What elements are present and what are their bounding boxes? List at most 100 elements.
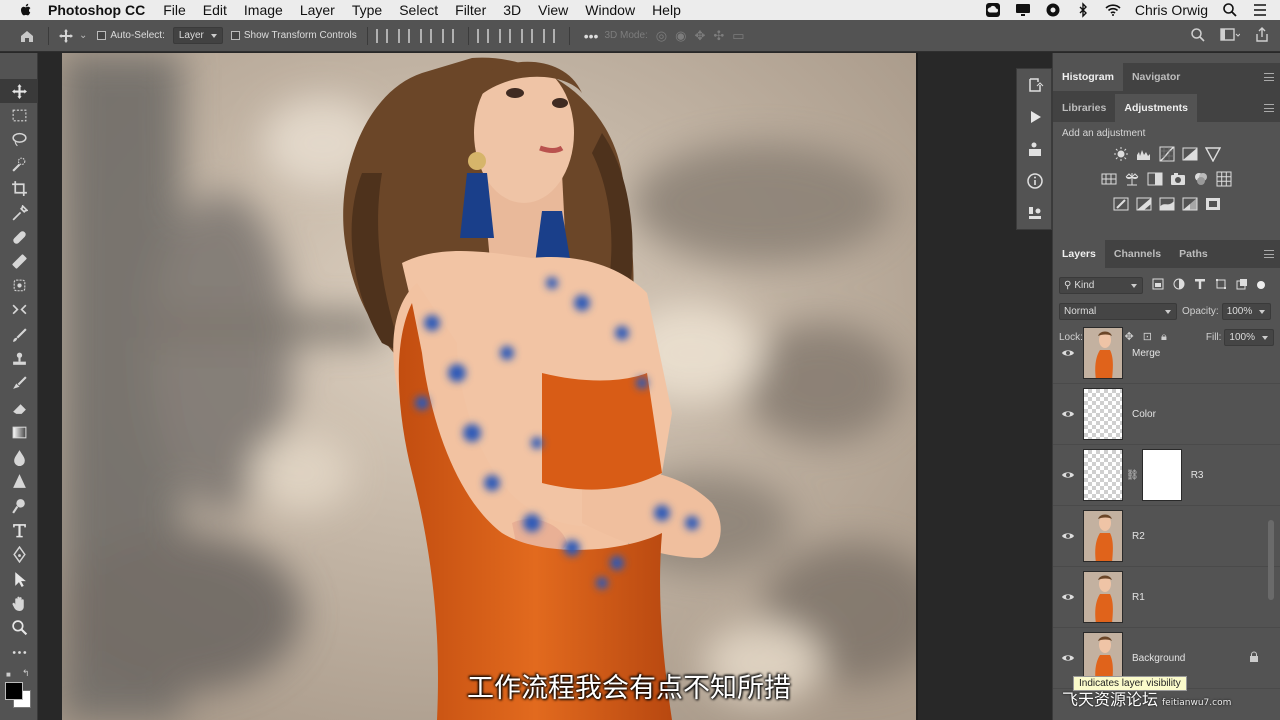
eraser-tool-icon[interactable] <box>0 396 38 420</box>
tab-histogram[interactable]: Histogram <box>1053 63 1123 91</box>
more-options-icon[interactable]: ••• <box>584 28 599 44</box>
info-panel-icon[interactable] <box>1017 165 1053 197</box>
visibility-eye-icon[interactable] <box>1053 653 1083 663</box>
menu-layer[interactable]: Layer <box>300 2 335 18</box>
channel-mixer-icon[interactable] <box>1193 171 1209 187</box>
opacity-input[interactable]: 100% <box>1221 302 1272 320</box>
move-tool-icon[interactable] <box>0 79 38 104</box>
share-icon[interactable] <box>1254 27 1270 43</box>
properties-panel-icon[interactable] <box>1017 133 1053 165</box>
visibility-eye-icon[interactable] <box>1053 409 1083 419</box>
visibility-eye-icon[interactable] <box>1053 531 1083 541</box>
mask-link-icon[interactable]: ⛓ <box>1126 470 1139 481</box>
display-icon[interactable] <box>1015 2 1031 18</box>
stamp-tool-icon[interactable] <box>0 347 38 371</box>
brightness-contrast-icon[interactable] <box>1113 146 1129 162</box>
blend-mode-dropdown[interactable]: Normal <box>1059 302 1177 320</box>
home-icon[interactable] <box>18 27 36 45</box>
layer-row-r1[interactable]: R1 <box>1053 567 1280 628</box>
filter-smart-object-icon[interactable] <box>1236 278 1248 293</box>
preset-chevron-icon[interactable]: ⌄ <box>79 30 87 41</box>
align-vcenter-button[interactable] <box>498 28 511 43</box>
art-history-brush-icon[interactable] <box>0 372 38 396</box>
align-left-button[interactable] <box>375 28 388 43</box>
layer-name[interactable]: Merge <box>1132 348 1160 359</box>
layer-name[interactable]: R2 <box>1132 531 1145 542</box>
vibrance-icon[interactable] <box>1204 146 1221 162</box>
clone-stamp-tool-icon[interactable] <box>0 274 38 298</box>
layer-row-color[interactable]: Color <box>1053 384 1280 445</box>
black-white-icon[interactable] <box>1147 171 1163 187</box>
menu-3d[interactable]: 3D <box>503 2 521 18</box>
filter-shape-icon[interactable] <box>1215 278 1227 293</box>
sharpen-tool-icon[interactable] <box>0 469 38 493</box>
layers-scrollbar[interactable] <box>1268 520 1274 600</box>
auto-select-dropdown[interactable]: Layer <box>172 27 223 44</box>
app-name[interactable]: Photoshop CC <box>48 2 145 18</box>
workspace-icon[interactable] <box>1220 27 1240 43</box>
color-lookup-icon[interactable] <box>1216 171 1232 187</box>
levels-icon[interactable] <box>1136 146 1152 162</box>
menu-view[interactable]: View <box>538 2 568 18</box>
lasso-tool-icon[interactable] <box>0 128 38 152</box>
tab-navigator[interactable]: Navigator <box>1123 63 1189 91</box>
auto-select-checkbox[interactable] <box>97 30 110 41</box>
tab-paths[interactable]: Paths <box>1170 240 1217 268</box>
crop-tool-icon[interactable] <box>0 177 38 201</box>
menu-select[interactable]: Select <box>399 2 438 18</box>
layer-row-merge[interactable]: Merge <box>1053 323 1280 384</box>
visibility-eye-icon[interactable] <box>1053 592 1083 602</box>
layer-name[interactable]: R3 <box>1191 470 1204 481</box>
edit-toolbar-icon[interactable] <box>0 640 38 664</box>
healing-brush-tool-icon[interactable] <box>0 225 38 249</box>
apple-icon[interactable] <box>18 2 34 18</box>
tab-adjustments[interactable]: Adjustments <box>1115 94 1197 122</box>
menu-image[interactable]: Image <box>244 2 283 18</box>
align-bottom-button[interactable] <box>520 28 533 43</box>
layer-name[interactable]: R1 <box>1132 592 1145 603</box>
align-right-button[interactable] <box>419 28 432 43</box>
posterize-icon[interactable] <box>1136 196 1152 212</box>
filter-type-icon[interactable] <box>1194 278 1206 293</box>
history-panel-icon[interactable] <box>1017 69 1053 101</box>
color-swatches[interactable]: ■ ↰ <box>0 664 38 712</box>
zoom-tool-icon[interactable] <box>0 616 38 640</box>
menu-filter[interactable]: Filter <box>455 2 486 18</box>
quick-selection-tool-icon[interactable] <box>0 152 38 176</box>
panel-menu-icon[interactable] <box>1264 250 1274 258</box>
layer-mask-thumbnail[interactable] <box>1141 449 1182 501</box>
panel-menu-icon[interactable] <box>1264 104 1274 112</box>
tab-channels[interactable]: Channels <box>1105 240 1170 268</box>
menu-help[interactable]: Help <box>652 2 681 18</box>
foreground-color-swatch[interactable] <box>5 682 23 701</box>
marquee-tool-icon[interactable] <box>0 103 38 127</box>
panel-menu-icon[interactable] <box>1264 73 1274 81</box>
swap-colors-icon[interactable]: ↰ <box>22 668 30 679</box>
filter-pixel-icon[interactable] <box>1152 278 1164 293</box>
search-icon[interactable] <box>1190 27 1206 43</box>
align-hcenter-button[interactable] <box>397 28 410 43</box>
spotlight-search-icon[interactable] <box>1222 2 1238 18</box>
layer-row-r3[interactable]: ⛓ R3 <box>1053 445 1280 506</box>
document-image[interactable] <box>62 53 917 720</box>
default-colors-icon[interactable]: ■ <box>6 670 11 679</box>
menu-window[interactable]: Window <box>585 2 635 18</box>
selective-color-icon[interactable] <box>1205 196 1221 212</box>
menu-edit[interactable]: Edit <box>203 2 227 18</box>
filter-toggle-icon[interactable] <box>1257 281 1265 289</box>
pen-tool-icon[interactable] <box>0 542 38 566</box>
align-top-button[interactable] <box>476 28 489 43</box>
tab-libraries[interactable]: Libraries <box>1053 94 1115 122</box>
bluetooth-icon[interactable] <box>1075 2 1091 18</box>
menu-file[interactable]: File <box>163 2 186 18</box>
blur-tool-icon[interactable] <box>0 445 38 469</box>
creative-cloud-icon[interactable] <box>985 2 1001 18</box>
move-tool-preset-icon[interactable] <box>57 27 75 45</box>
threshold-icon[interactable] <box>1159 196 1175 212</box>
document-canvas[interactable] <box>38 53 1016 720</box>
path-selection-tool-icon[interactable] <box>0 567 38 591</box>
gradient-map-icon[interactable] <box>1182 196 1198 212</box>
type-tool-icon[interactable] <box>0 518 38 542</box>
wifi-icon[interactable] <box>1105 2 1121 18</box>
paint-brush-icon[interactable] <box>0 323 38 347</box>
